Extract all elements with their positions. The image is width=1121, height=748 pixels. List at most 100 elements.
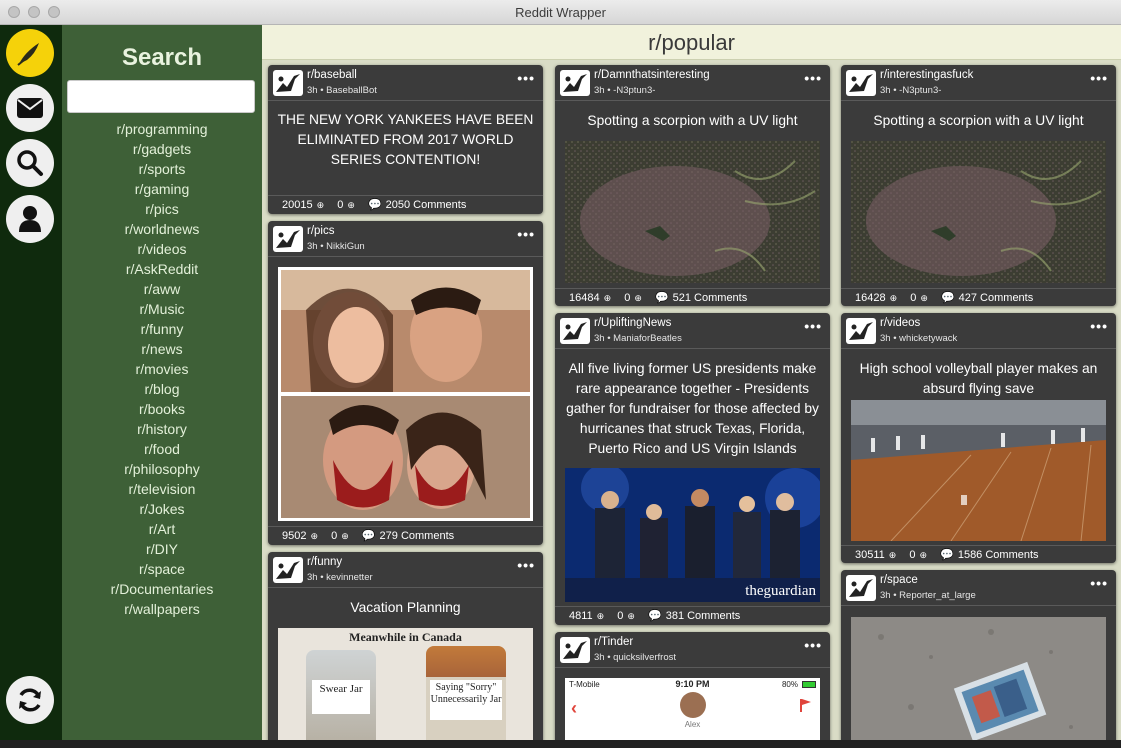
sidebar-subreddit-item[interactable]: r/wallpapers <box>62 599 262 619</box>
post-card[interactable]: r/videos 3h • whicketywack ••• High scho… <box>841 313 1116 563</box>
upvote-icon[interactable]: ⊕ <box>889 550 897 560</box>
upvote-icon[interactable]: ⊕ <box>317 200 325 210</box>
sidebar-subreddit-item[interactable]: r/worldnews <box>62 219 262 239</box>
post-image[interactable] <box>565 141 820 283</box>
downvote-icon[interactable]: ⊕ <box>920 550 928 560</box>
more-options-icon[interactable]: ••• <box>517 557 535 573</box>
downvote-count: 0 <box>910 292 917 304</box>
search-icon[interactable] <box>6 139 54 187</box>
more-options-icon[interactable]: ••• <box>1090 70 1108 86</box>
more-options-icon[interactable]: ••• <box>804 318 822 334</box>
sidebar-subreddit-item[interactable]: r/Music <box>62 299 262 319</box>
sidebar-subreddit-item[interactable]: r/space <box>62 559 262 579</box>
sidebar-subreddit-item[interactable]: r/television <box>62 479 262 499</box>
post-image[interactable] <box>851 617 1106 748</box>
sidebar-subreddit-item[interactable]: r/philosophy <box>62 459 262 479</box>
jar-label: Saying "Sorry" Unnecessarily Jar <box>430 680 502 720</box>
upvote-icon[interactable]: ⊕ <box>310 531 318 541</box>
more-options-icon[interactable]: ••• <box>517 226 535 242</box>
downvote-icon[interactable]: ⊕ <box>627 611 635 621</box>
sidebar-subreddit-item[interactable]: r/aww <box>62 279 262 299</box>
post-title[interactable]: Spotting a scorpion with a UV light <box>563 111 822 131</box>
more-options-icon[interactable]: ••• <box>517 70 535 86</box>
post-subreddit[interactable]: r/space <box>880 574 918 586</box>
subreddit-icon <box>273 557 303 583</box>
comment-icon: 💬 <box>648 610 662 622</box>
downvote-icon[interactable]: ⊕ <box>920 293 928 303</box>
upvote-icon[interactable]: ⊕ <box>604 293 612 303</box>
post-card[interactable]: r/space 3h • Reporter_at_large ••• <box>841 570 1116 748</box>
sidebar-subreddit-item[interactable]: r/videos <box>62 239 262 259</box>
search-input[interactable] <box>67 80 255 113</box>
user-icon[interactable] <box>6 195 54 243</box>
downvote-icon[interactable]: ⊕ <box>634 293 642 303</box>
more-options-icon[interactable]: ••• <box>1090 575 1108 591</box>
post-subreddit[interactable]: r/funny <box>307 556 342 568</box>
sidebar-subreddit-item[interactable]: r/movies <box>62 359 262 379</box>
sidebar-subreddit-item[interactable]: r/books <box>62 399 262 419</box>
comment-count[interactable]: 521 Comments <box>673 292 748 304</box>
sidebar-subreddit-item[interactable]: r/Jokes <box>62 499 262 519</box>
logo-icon[interactable] <box>6 29 54 77</box>
back-icon: ‹ <box>571 698 577 718</box>
post-meta: 3h • NikkiGun <box>307 241 365 252</box>
sidebar-subreddit-item[interactable]: r/AskReddit <box>62 259 262 279</box>
sidebar-subreddit-item[interactable]: r/news <box>62 339 262 359</box>
post-title[interactable]: Vacation Planning <box>276 598 535 618</box>
comment-count[interactable]: 1586 Comments <box>958 549 1039 561</box>
downvote-icon[interactable]: ⊕ <box>347 200 355 210</box>
post-image[interactable]: T-Mobile 9:10 PM 80% ‹ Alex <box>565 678 820 748</box>
sidebar-subreddit-item[interactable]: r/blog <box>62 379 262 399</box>
post-subreddit[interactable]: r/Damnthatsinteresting <box>594 69 710 81</box>
post-image[interactable]: theguardian <box>565 464 825 602</box>
more-options-icon[interactable]: ••• <box>804 70 822 86</box>
comment-count[interactable]: 279 Comments <box>380 530 455 542</box>
post-image[interactable]: Meanwhile in Canada Swear Jar Saying "So… <box>278 628 533 748</box>
more-options-icon[interactable]: ••• <box>1090 318 1108 334</box>
sidebar-subreddit-item[interactable]: r/pics <box>62 199 262 219</box>
comment-count[interactable]: 427 Comments <box>959 292 1034 304</box>
post-image[interactable] <box>851 141 1106 283</box>
sidebar-subreddit-item[interactable]: r/funny <box>62 319 262 339</box>
post-title[interactable]: All five living former US presidents mak… <box>563 359 822 459</box>
upvote-icon[interactable]: ⊕ <box>890 293 898 303</box>
post-subreddit[interactable]: r/videos <box>880 317 920 329</box>
post-card[interactable]: r/funny 3h • kevinnetter ••• Vacation Pl… <box>268 552 543 748</box>
post-image[interactable] <box>851 400 1106 542</box>
post-title[interactable]: High school volleyball player makes an a… <box>849 359 1108 399</box>
post-subreddit[interactable]: r/Tinder <box>594 636 633 648</box>
comment-count[interactable]: 381 Comments <box>666 610 741 622</box>
sidebar-subreddit-item[interactable]: r/programming <box>62 119 262 139</box>
post-image[interactable] <box>278 267 533 521</box>
sidebar-subreddit-item[interactable]: r/Art <box>62 519 262 539</box>
comment-count[interactable]: 2050 Comments <box>386 199 467 211</box>
post-card[interactable]: r/pics 3h • NikkiGun ••• 9502 ⊕ 0 ⊕ 💬 27… <box>268 221 543 545</box>
post-card[interactable]: r/Damnthatsinteresting 3h • -N3ptun3- ••… <box>555 65 830 306</box>
sidebar-subreddit-item[interactable]: r/food <box>62 439 262 459</box>
downvote-icon[interactable]: ⊕ <box>341 531 349 541</box>
more-options-icon[interactable]: ••• <box>804 637 822 653</box>
sidebar-subreddit-item[interactable]: r/gaming <box>62 179 262 199</box>
refresh-icon[interactable] <box>6 676 54 724</box>
sidebar-subreddit-item[interactable]: r/DIY <box>62 539 262 559</box>
post-title[interactable]: Spotting a scorpion with a UV light <box>849 111 1108 131</box>
post-subreddit[interactable]: r/interestingasfuck <box>880 69 973 81</box>
post-meta: 3h • -N3ptun3- <box>880 85 942 96</box>
sidebar-subreddit-item[interactable]: r/history <box>62 419 262 439</box>
sidebar-subreddit-item[interactable]: r/sports <box>62 159 262 179</box>
post-card[interactable]: r/UpliftingNews 3h • ManiaforBeatles •••… <box>555 313 830 625</box>
flag-icon <box>800 698 812 712</box>
post-card[interactable]: r/Tinder 3h • quicksilverfrost ••• T-Mob… <box>555 632 830 748</box>
mail-icon[interactable] <box>6 84 54 132</box>
post-subreddit[interactable]: r/UpliftingNews <box>594 317 671 329</box>
post-subreddit[interactable]: r/pics <box>307 225 334 237</box>
post-meta: 3h • whicketywack <box>880 333 958 344</box>
sidebar-subreddit-item[interactable]: r/gadgets <box>62 139 262 159</box>
subreddit-icon <box>560 637 590 663</box>
post-subreddit[interactable]: r/baseball <box>307 69 357 81</box>
post-card[interactable]: r/baseball 3h • BaseballBot ••• THE NEW … <box>268 65 543 214</box>
post-title[interactable]: THE NEW YORK YANKEES HAVE BEEN ELIMINATE… <box>276 110 535 170</box>
upvote-icon[interactable]: ⊕ <box>597 611 605 621</box>
post-card[interactable]: r/interestingasfuck 3h • -N3ptun3- ••• S… <box>841 65 1116 306</box>
sidebar-subreddit-item[interactable]: r/Documentaries <box>62 579 262 599</box>
